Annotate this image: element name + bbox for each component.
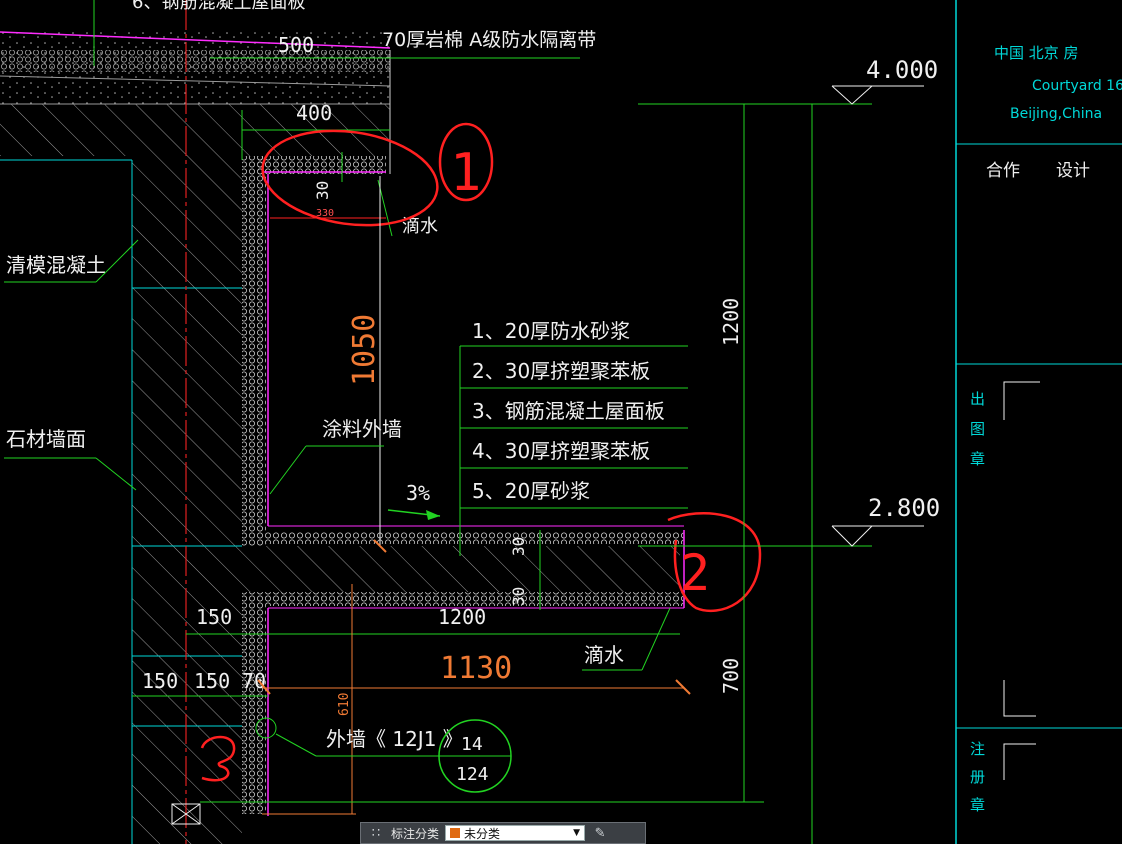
detail-ref-bottom: 124: [456, 764, 489, 785]
stamp2-char1: 注: [970, 740, 985, 758]
category-color-swatch: [450, 828, 461, 838]
stamp1-char3: 章: [970, 450, 985, 468]
rock-wool-label: 70厚岩棉 A级防水隔离带: [382, 29, 596, 51]
dim-610: 610: [337, 693, 352, 716]
insulation-layer: [242, 156, 685, 816]
dim-700: 700: [719, 658, 743, 694]
markup-number-1: 1: [450, 143, 481, 203]
dim-1200-h: 1200: [438, 605, 486, 629]
layer-5: 5、20厚砂浆: [472, 479, 590, 503]
drip-label-bottom: 滴水: [584, 643, 624, 667]
elevation-marker-top: 4.000: [831, 56, 938, 105]
dim-30-b: 30: [509, 587, 528, 606]
dim-150-c: 150: [194, 669, 230, 693]
layer-3: 3、钢筋混凝土屋面板: [472, 399, 665, 423]
stamp1-char2: 图: [970, 420, 985, 438]
stamp1-char1: 出: [970, 390, 985, 408]
dim-500: 500: [278, 33, 314, 57]
stamp2-char3: 章: [970, 796, 985, 814]
category-selected: 未分类: [464, 826, 501, 841]
dim-1200-v: 1200: [719, 298, 743, 346]
category-dropdown[interactable]: 未分类 ▼: [445, 825, 586, 841]
dim-1130: 1130: [440, 651, 512, 686]
dim-70: 70: [242, 669, 266, 693]
detail-ref-top: 14: [461, 734, 483, 755]
title-country-city: 中国 北京 房: [994, 44, 1079, 62]
dim-150-b: 150: [142, 669, 178, 693]
layer-1: 1、20厚防水砂浆: [472, 319, 630, 343]
cad-drawing-canvas[interactable]: 6、钢筋混凝土屋面板 70厚岩棉 A级防水隔离带 500 400 30 330 …: [0, 0, 1122, 844]
layers-icon[interactable]: ∷: [367, 825, 385, 841]
elevation-top: 4.000: [866, 56, 938, 84]
stone-wall-label: 石材墙面: [6, 427, 86, 451]
elevation-marker-mid: 2.800: [831, 494, 940, 547]
title-design: 设计: [1056, 161, 1090, 181]
fair-faced-concrete-label: 清模混凝土: [6, 253, 106, 277]
dim-1050: 1050: [347, 314, 382, 386]
annotation-toolbar: ∷ 标注分类 未分类 ▼ ✎: [360, 822, 646, 844]
top-note: 6、钢筋混凝土屋面板: [132, 0, 305, 13]
layer-4: 4、30厚挤塑聚苯板: [472, 439, 650, 463]
slope-label: 3%: [406, 481, 430, 505]
title-city-en: Beijing,China: [1010, 106, 1102, 122]
dim-30-top: 30: [313, 181, 332, 200]
layer-callout: 1、20厚防水砂浆 2、30厚挤塑聚苯板 3、钢筋混凝土屋面板 4、30厚挤塑聚…: [459, 319, 688, 556]
dim-30-a: 30: [509, 537, 528, 556]
dim-150-a: 150: [196, 605, 232, 629]
edit-icon[interactable]: ✎: [591, 825, 609, 841]
layer-2: 2、30厚挤塑聚苯板: [472, 359, 650, 383]
paint-wall-label: 涂料外墙: [322, 417, 402, 441]
stamp2-char2: 册: [970, 768, 985, 786]
elevation-mid: 2.800: [868, 494, 940, 522]
title-address: Courtyard 16: [1032, 78, 1122, 94]
chevron-down-icon: ▼: [573, 828, 581, 838]
ext-wall-label: 外墙《 12J1 》: [326, 727, 463, 751]
markup-number-2: 2: [680, 544, 710, 602]
toolbar-label: 标注分类: [391, 826, 440, 841]
dim-400: 400: [296, 101, 332, 125]
title-cooperation: 合作: [986, 161, 1020, 181]
title-block: 中国 北京 房 Courtyard 16 Beijing,China 合作 设计…: [955, 0, 1122, 844]
